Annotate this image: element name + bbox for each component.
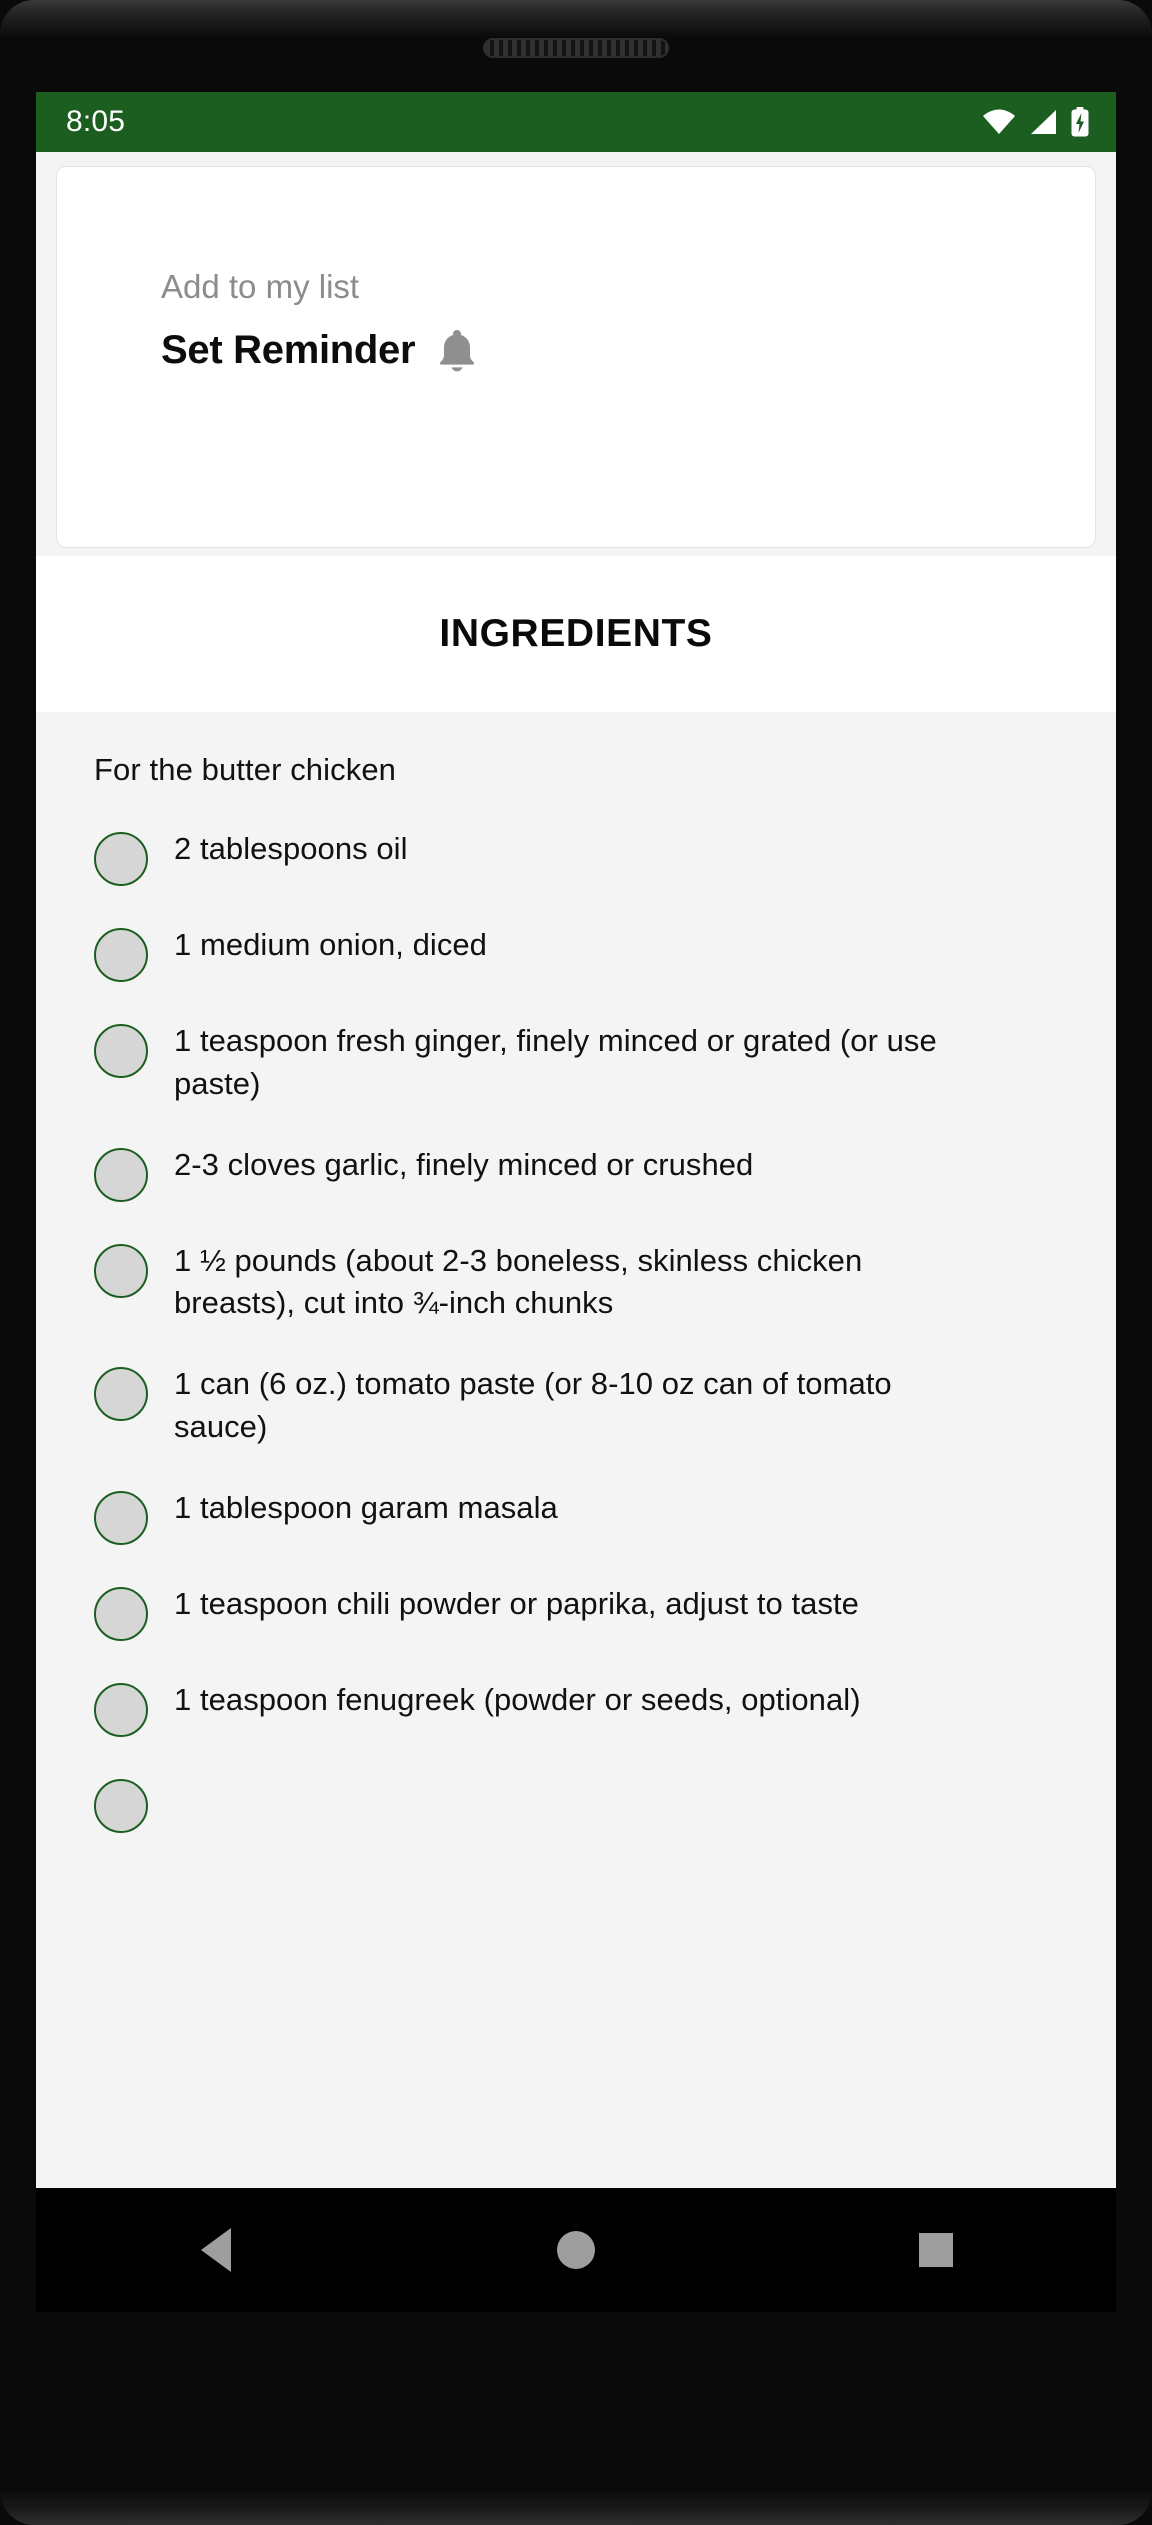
ingredient-section-title: For the butter chicken: [94, 752, 397, 787]
earpiece-speaker: [483, 38, 669, 58]
ingredient-checkbox[interactable]: [94, 1778, 148, 1833]
device-bezel-bottom: [0, 2487, 1152, 2525]
ingredient-label: 1 tablespoon garam masala: [174, 1489, 558, 1525]
ingredient-label: 1 can (6 oz.) tomato paste (or 8-10 oz c…: [174, 1366, 892, 1444]
recents-button[interactable]: [876, 2200, 996, 2300]
wifi-icon: [982, 109, 1016, 135]
android-navigation-bar: [36, 2188, 1116, 2312]
ingredient-item[interactable]: 1 medium onion, diced: [94, 924, 1086, 982]
back-triangle-icon: [201, 2228, 231, 2272]
ingredient-item[interactable]: 1 tablespoon garam masala: [94, 1487, 1086, 1545]
ingredients-list[interactable]: For the butter chicken 2 tablespoons oil…: [36, 712, 1116, 2312]
ingredient-checkbox[interactable]: [94, 1367, 148, 1422]
ingredient-label: 1 ½ pounds (about 2-3 boneless, skinless…: [174, 1242, 863, 1321]
ingredient-checkbox[interactable]: [94, 928, 148, 982]
status-bar-clock: 8:05: [66, 105, 126, 138]
ingredients-header: INGREDIENTS: [36, 556, 1116, 712]
set-reminder-card[interactable]: Add to my list Set Reminder: [56, 166, 1096, 548]
home-button[interactable]: [516, 2200, 636, 2300]
battery-charging-icon: [1070, 107, 1090, 137]
ingredient-item[interactable]: 1 teaspoon chili powder or paprika, adju…: [94, 1583, 1086, 1641]
add-to-my-list-label: Add to my list: [161, 268, 360, 305]
ingredient-item[interactable]: 1 ½ pounds (about 2-3 boneless, skinless…: [94, 1240, 1086, 1326]
ingredient-checkbox[interactable]: [94, 1024, 148, 1078]
ingredient-checkbox[interactable]: [94, 1682, 148, 1737]
status-bar: 8:05: [36, 92, 1116, 152]
ingredient-item[interactable]: 2-3 cloves garlic, finely minced or crus…: [94, 1144, 1086, 1202]
ingredient-item[interactable]: 1 teaspoon fresh ginger, finely minced o…: [94, 1020, 1086, 1106]
ingredient-checkbox[interactable]: [94, 1147, 148, 1202]
device-bezel-top: [0, 0, 1152, 36]
ingredient-item[interactable]: 1 teaspoon fenugreek (powder or seeds, o…: [94, 1679, 1086, 1737]
ingredients-title: INGREDIENTS: [439, 612, 713, 655]
ingredient-item[interactable]: 2 tablespoons oil: [94, 828, 1086, 886]
ingredient-label: 2-3 cloves garlic, finely minced or crus…: [174, 1146, 754, 1182]
reminder-card-zone: Add to my list Set Reminder: [36, 152, 1116, 556]
ingredient-label: 1 teaspoon fresh ginger, finely minced o…: [174, 1023, 937, 1101]
phone-device: 8:05 Add to my list Set Reminder INGREDI…: [0, 0, 1152, 2525]
recents-square-icon: [919, 2233, 953, 2267]
ingredient-label: 2 tablespoons oil: [174, 831, 408, 866]
status-bar-icons: [982, 107, 1090, 137]
bell-icon[interactable]: [437, 328, 477, 377]
ingredient-item[interactable]: 1 can (6 oz.) tomato paste (or 8-10 oz c…: [94, 1363, 1086, 1449]
ingredient-item-partial[interactable]: [94, 1775, 1086, 1833]
ingredient-checkbox[interactable]: [94, 1243, 148, 1298]
home-circle-icon: [557, 2231, 595, 2269]
ingredient-label: 1 medium onion, diced: [174, 927, 487, 962]
ingredient-label: 1 teaspoon fenugreek (powder or seeds, o…: [174, 1681, 861, 1717]
set-reminder-label: Set Reminder: [161, 328, 416, 373]
ingredient-checkbox[interactable]: [94, 1586, 148, 1641]
ingredient-checkbox[interactable]: [94, 832, 148, 886]
phone-screen: 8:05 Add to my list Set Reminder INGREDI…: [36, 92, 1116, 2312]
ingredient-checkbox[interactable]: [94, 1490, 148, 1545]
set-reminder-row[interactable]: Set Reminder: [161, 325, 1095, 377]
back-button[interactable]: [156, 2200, 276, 2300]
cellular-signal-icon: [1029, 109, 1057, 135]
ingredient-label: 1 teaspoon chili powder or paprika, adju…: [174, 1585, 859, 1621]
